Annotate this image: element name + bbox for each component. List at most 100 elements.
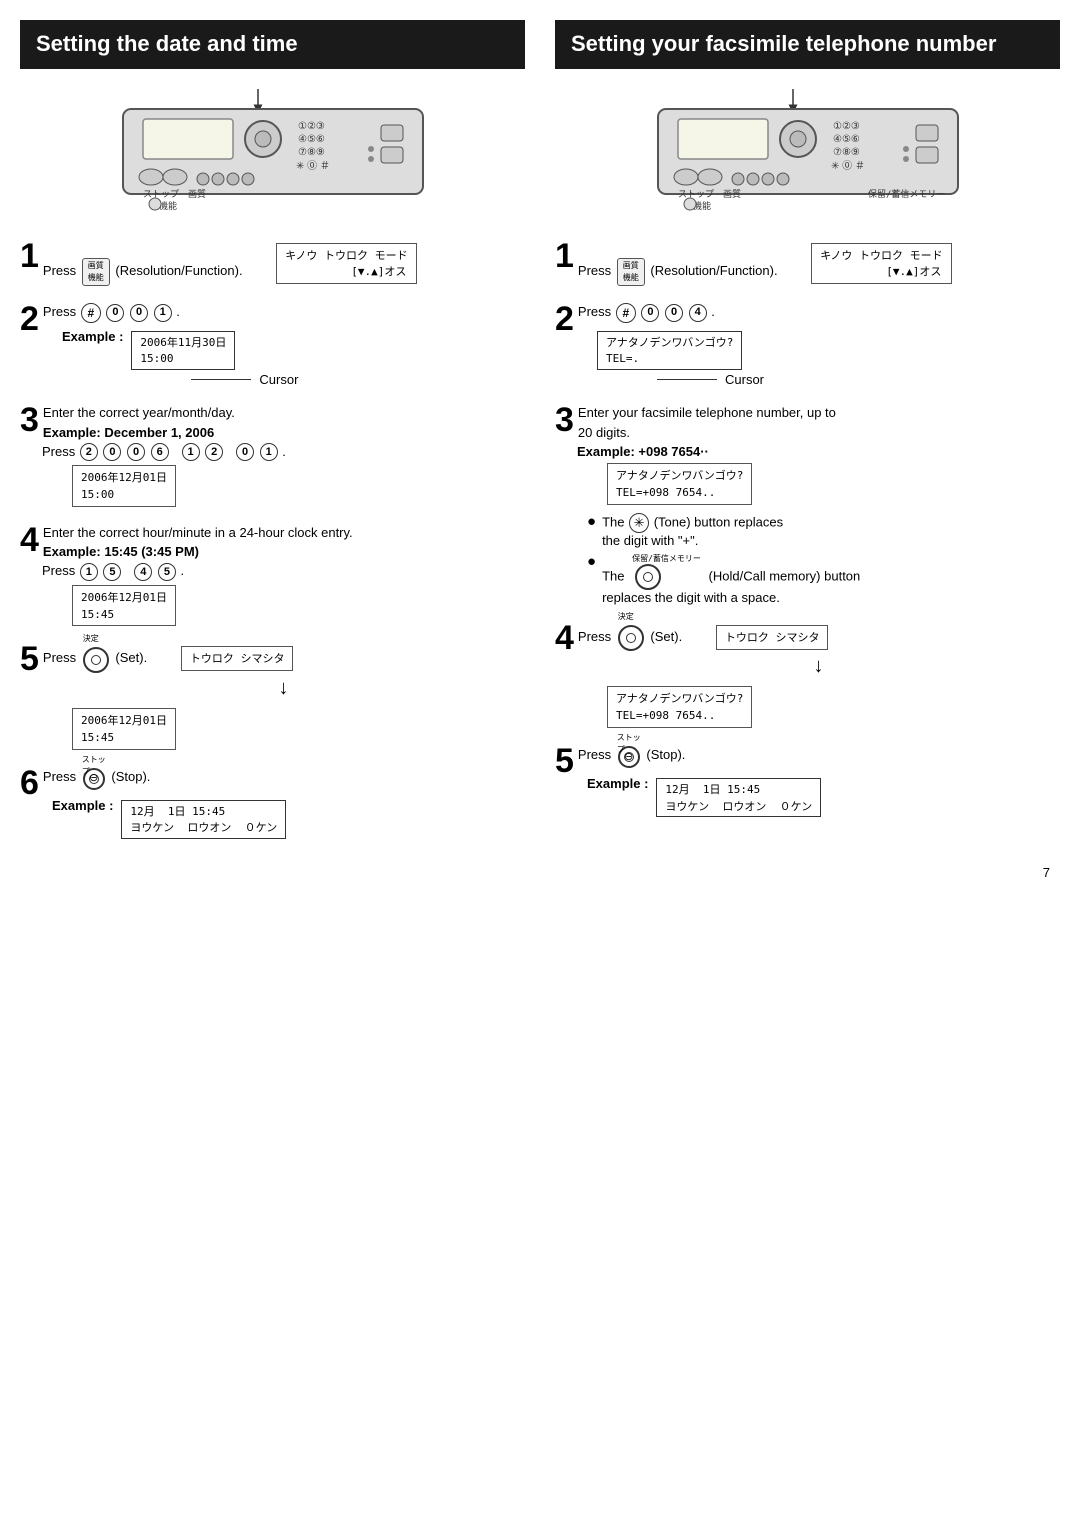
- btn-0-3b[interactable]: 0: [127, 443, 145, 461]
- left-device-svg: ①②③ ④⑤⑥ ⑦⑧⑨ ✳ ⓪ ＃: [103, 87, 443, 217]
- btn-0-2b[interactable]: 0: [130, 304, 148, 322]
- step-2-number: 2: [20, 302, 39, 336]
- function-button-left-1[interactable]: 画質機能: [82, 258, 110, 286]
- btn-5-4b[interactable]: 5: [158, 563, 176, 581]
- page-container: Setting the date and time: [20, 20, 1060, 880]
- step-2-content: Press # 0 0 1 . Example : 2006年11月30日 15…: [20, 302, 525, 387]
- right-step-3-bullets: ● The ✳ (Tone) button replaces the digit…: [587, 513, 1060, 605]
- step-6-example-box: 12月 1日 15:45 ヨウケン ロウオン ０ケン: [121, 800, 286, 840]
- right-step-3: 3 Enter your facsimile telephone number,…: [555, 403, 1060, 605]
- step-5-number: 5: [20, 642, 39, 676]
- step-4-bold1: Example: 15:45 (3:45 PM): [43, 544, 199, 559]
- hold-memory-button[interactable]: [635, 564, 661, 590]
- right-step-5-content: Press ストップ ⊖ (Stop). Example : 12月 1日 15: [555, 744, 1060, 818]
- btn-0-2a[interactable]: 0: [106, 304, 124, 322]
- bullet-1-text: The ✳ (Tone) button replaces the digit w…: [602, 513, 783, 548]
- left-section-title: Setting the date and time: [20, 20, 525, 69]
- step-3-text: Enter the correct year/month/day.: [42, 403, 525, 423]
- right-step-2-cursor-label: Cursor: [725, 372, 764, 387]
- stop-button-left-6[interactable]: ストップ ⊖: [80, 766, 108, 790]
- right-device-diagram: ①②③ ④⑤⑥ ⑦⑧⑨ ✳ ⓪ ＃ ストップ 画質 機能: [555, 87, 1060, 217]
- btn-1-4[interactable]: 1: [80, 563, 98, 581]
- btn-1-3b[interactable]: 1: [260, 443, 278, 461]
- stop-button-right-5[interactable]: ストップ ⊖: [615, 744, 643, 768]
- right-step-1-text: Press 画質機能 (Resolution/Function).: [578, 263, 781, 278]
- right-step-5-example-box: 12月 1日 15:45 ヨウケン ロウオン ０ケン: [656, 778, 821, 818]
- bullet-1: ● The ✳ (Tone) button replaces the digit…: [587, 513, 1060, 548]
- bullet-2: ● The 保留/蓄信メモリー (Hold/Call memory) butto…: [587, 553, 1060, 605]
- left-step-5: 5 Press 決定 (Set). トウロク シマシタ: [20, 642, 525, 749]
- btn-5-4[interactable]: 5: [103, 563, 121, 581]
- right-step-3-text: Enter your facsimile telephone number, u…: [577, 403, 1060, 423]
- right-step-3-number: 3: [555, 403, 574, 437]
- btn-4-r2[interactable]: 4: [689, 304, 707, 322]
- btn-0-3c[interactable]: 0: [236, 443, 254, 461]
- btn-1-2[interactable]: 1: [154, 304, 172, 322]
- right-step-3-content: Enter your facsimile telephone number, u…: [555, 403, 1060, 605]
- right-section-title: Setting your facsimile telephone number: [555, 20, 1060, 69]
- step-2-example-label: Example :: [62, 329, 123, 344]
- right-step-2-content: Press # 0 0 4 . アナタノデンワバンゴウ? TEL=.: [555, 302, 1060, 387]
- step-1-content: Press 画質機能 (Resolution/Function). キノウ トウ…: [20, 239, 525, 286]
- btn-4-4a[interactable]: 4: [134, 563, 152, 581]
- function-button-right-1[interactable]: 画質機能: [617, 258, 645, 286]
- left-step-1: 1 Press 画質機能 (Resolution/Function). キノウ …: [20, 239, 525, 286]
- btn-0-3a[interactable]: 0: [103, 443, 121, 461]
- right-step-4-number: 4: [555, 621, 574, 655]
- bullet-2-text: The 保留/蓄信メモリー (Hold/Call memory) button …: [602, 553, 860, 605]
- right-step-5-text: Press ストップ ⊖ (Stop).: [578, 747, 686, 762]
- right-step-1-number: 1: [555, 239, 574, 273]
- right-step-4: 4 Press 決定 (Set). トウロク シマシタ: [555, 621, 1060, 728]
- set-button-left-5[interactable]: 決定: [80, 645, 112, 673]
- btn-2-3[interactable]: 2: [80, 443, 98, 461]
- set-button-right-4[interactable]: 決定: [615, 623, 647, 651]
- step-6-example-label: Example :: [52, 798, 113, 813]
- svg-text:✳ ⓪ ＃: ✳ ⓪ ＃: [831, 160, 865, 172]
- right-step-3-text2: 20 digits.: [577, 423, 1060, 443]
- step-5-content: Press 決定 (Set). トウロク シマシタ ↓: [20, 642, 525, 749]
- svg-text:⑦⑧⑨: ⑦⑧⑨: [833, 147, 860, 158]
- star-tone-button[interactable]: ✳: [629, 513, 649, 533]
- step-5-text: Press 決定 (Set).: [43, 650, 151, 665]
- btn-0-r2a[interactable]: 0: [641, 304, 659, 322]
- right-step-4-display1: トウロク シマシタ: [716, 625, 829, 650]
- right-step-2-cursor-row: Cursor: [657, 372, 1060, 387]
- hash-button-r2[interactable]: #: [616, 303, 636, 323]
- step-1-display: キノウ トウロク モード [▼.▲]オス: [276, 243, 416, 285]
- hash-button-2[interactable]: #: [81, 303, 101, 323]
- step-5-display1: トウロク シマシタ: [181, 646, 294, 671]
- right-step-2-number: 2: [555, 302, 574, 336]
- svg-text:④⑤⑥: ④⑤⑥: [298, 134, 325, 145]
- left-column: Setting the date and time: [20, 20, 525, 855]
- left-step-4: 4 Enter the correct hour/minute in a 24-…: [20, 523, 525, 627]
- step-3-content: Enter the correct year/month/day. Exampl…: [20, 403, 525, 507]
- right-step-3-bold1: Example: +098 7654··: [577, 444, 709, 459]
- step-4-content: Enter the correct hour/minute in a 24-ho…: [20, 523, 525, 627]
- step-6-content: Press ストップ ⊖ (Stop). Example : 12月 1日 15: [20, 766, 525, 840]
- step-6-number: 6: [20, 766, 39, 800]
- right-step-4-display2: アナタノデンワバンゴウ? TEL=+098 7654..: [607, 686, 752, 728]
- step-2-cursor-row: Cursor: [191, 372, 298, 387]
- step-2-example-box: 2006年11月30日 15:00: [131, 331, 235, 371]
- right-step-5-number: 5: [555, 744, 574, 778]
- step-4-press: Press 1 5 4 5 .: [42, 561, 525, 581]
- right-step-4-arrow: ↓: [607, 655, 1030, 678]
- btn-2-3b[interactable]: 2: [205, 443, 223, 461]
- step-4-number: 4: [20, 523, 39, 557]
- right-step-4-content: Press 決定 (Set). トウロク シマシタ ↓: [555, 621, 1060, 728]
- btn-0-r2b[interactable]: 0: [665, 304, 683, 322]
- right-step-2-display: アナタノデンワバンゴウ? TEL=.: [597, 331, 742, 371]
- svg-text:機能: 機能: [159, 200, 177, 212]
- btn-1-3[interactable]: 1: [182, 443, 200, 461]
- right-step-1: 1 Press 画質機能 (Resolution/Function). キノウ …: [555, 239, 1060, 286]
- svg-text:①②③: ①②③: [298, 121, 325, 132]
- right-device-svg: ①②③ ④⑤⑥ ⑦⑧⑨ ✳ ⓪ ＃ ストップ 画質 機能: [638, 87, 978, 217]
- svg-text:⑦⑧⑨: ⑦⑧⑨: [298, 147, 325, 158]
- svg-text:✳ ⓪ ＃: ✳ ⓪ ＃: [296, 160, 330, 172]
- page-number: 7: [20, 865, 1060, 880]
- left-step-6: 6 Press ストップ ⊖ (Stop). Example :: [20, 766, 525, 840]
- right-step-1-content: Press 画質機能 (Resolution/Function). キノウ トウ…: [555, 239, 1060, 286]
- right-step-2-text: Press # 0 0 4 .: [578, 304, 715, 319]
- btn-6-3[interactable]: 6: [151, 443, 169, 461]
- right-column: Setting your facsimile telephone number …: [555, 20, 1060, 855]
